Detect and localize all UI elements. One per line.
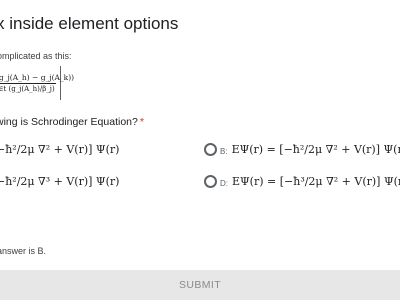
option-c[interactable]: −ħ²/2μ ∇³ + V(r)] Ψ(r) [0, 175, 119, 188]
formula-denominator: i∈t (g_j(A_h)/β_j) [0, 85, 55, 93]
option-a-equation: −ħ²/2μ ∇² + V(r)] Ψ(r) [0, 143, 120, 156]
option-c-equation: −ħ²/2μ ∇³ + V(r)] Ψ(r) [0, 175, 120, 188]
option-b-equation: EΨ(r) = [−ħ²/2μ ∇² + V(r)] Ψ(r) [231, 143, 400, 156]
option-b[interactable]: B: EΨ(r) = [−ħ²/2μ ∇² + V(r)] Ψ(r) [204, 143, 400, 156]
option-d-equation: EΨ(r) = [−ħ³/2μ ∇² + V(r)] Ψ(r) [232, 175, 400, 188]
option-a[interactable]: −ħ²/2μ ∇² + V(r)] Ψ(r) [0, 143, 119, 156]
fraction-bar [0, 83, 56, 84]
submit-button[interactable]: SUBMIT [0, 270, 400, 300]
intro-text: omplicated as this: [0, 51, 72, 61]
question-text: wing is Schrodinger Equation? * [0, 116, 144, 128]
option-b-letter: B: [220, 147, 228, 156]
page-title: x inside element options [0, 14, 179, 33]
question-label: wing is Schrodinger Equation? [0, 116, 138, 128]
required-asterisk: * [139, 116, 144, 128]
option-b-radio[interactable] [204, 143, 217, 156]
formula-numerator: (g_j(A_h) − g_j(A_k)) [0, 73, 75, 82]
option-d[interactable]: D: EΨ(r) = [−ħ³/2μ ∇² + V(r)] Ψ(r) [204, 175, 400, 188]
option-d-letter: D: [220, 179, 228, 188]
answer-note: answer is B. [0, 246, 47, 256]
formula-box: (g_j(A_h) − g_j(A_k)) i∈t (g_j(A_h)/β_j) [0, 66, 74, 100]
option-d-radio[interactable] [204, 175, 217, 188]
